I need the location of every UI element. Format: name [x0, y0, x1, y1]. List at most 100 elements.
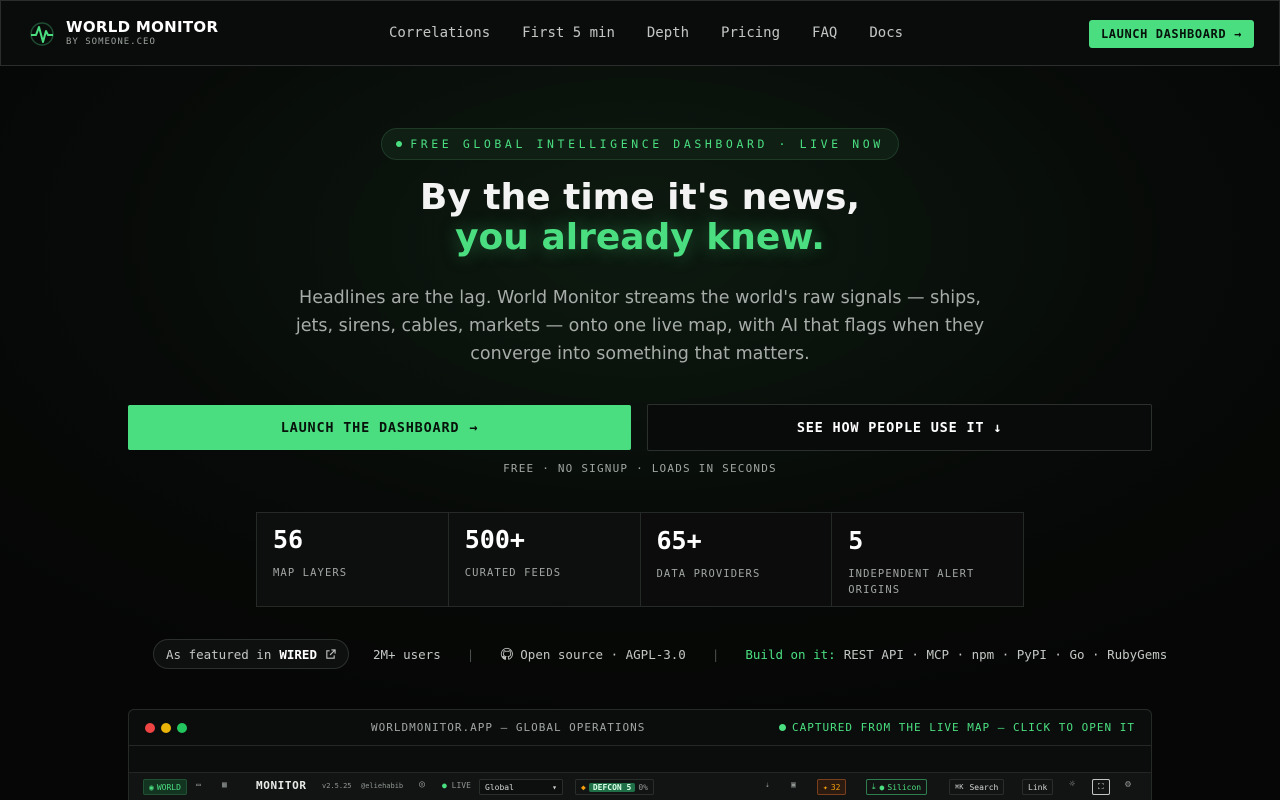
hero-title: By the time it's news, you already knew. [0, 178, 1280, 258]
chart-view-icon[interactable]: ▦ [222, 780, 227, 789]
open-live-map-label: CAPTURED FROM THE LIVE MAP — CLICK TO OP… [791, 721, 1135, 734]
sun-icon[interactable]: ☼ [1069, 779, 1075, 790]
bell-icon: ✦ [823, 782, 828, 792]
github-icon[interactable]: ◎ [419, 779, 425, 790]
app-name: MONITOR [256, 779, 307, 792]
window-titlebar: WORLDMONITOR.APP — GLOBAL OPERATIONS CAP… [129, 710, 1151, 746]
defcon-indicator[interactable]: ◆ DEFCON 5 0% [575, 779, 654, 795]
stat-alert-origins: 5 INDEPENDENT ALERT ORIGINS [832, 513, 1023, 606]
nav-link-first-5-min[interactable]: First 5 min [522, 23, 615, 43]
external-link-icon [326, 648, 336, 659]
author-handle[interactable]: @eliehabib [361, 782, 403, 790]
alerts-count: 32 [830, 782, 841, 792]
silicon-label: Silicon [887, 782, 922, 792]
live-label: LIVE [451, 781, 471, 790]
window-title: WORLDMONITOR.APP — GLOBAL OPERATIONS [371, 721, 646, 734]
alerts-button[interactable]: ✦ 32 [817, 779, 847, 795]
stat-value: 56 [273, 525, 304, 554]
stats-panel: 56 MAP LAYERS 500+ CURATED FEEDS 65+ DAT… [256, 512, 1024, 607]
stat-label: DATA PROVIDERS [656, 568, 761, 580]
divider: | [711, 646, 720, 662]
brand-subtitle: BY SOMEONE.CEO [66, 37, 156, 47]
region-select[interactable]: Global ▾ [479, 779, 563, 795]
github-icon [501, 647, 514, 660]
nav-link-correlations[interactable]: Correlations [389, 23, 490, 43]
hero-title-line1: By the time it's news, [419, 177, 861, 218]
stat-curated-feeds: 500+ CURATED FEEDS [449, 513, 641, 606]
hero-title-line2: you already knew. [455, 217, 825, 258]
brand[interactable]: WORLD MONITOR BY SOMEONE.CEO [29, 19, 218, 48]
window-controls [145, 723, 193, 733]
live-dot-icon: ● [442, 781, 447, 790]
stat-label: INDEPENDENT ALERT ORIGINS [848, 568, 975, 596]
featured-name: WIRED [279, 646, 317, 662]
stat-map-layers: 56 MAP LAYERS [257, 513, 449, 606]
globe-icon: ◉ [149, 782, 154, 792]
silicon-download-button[interactable]: ⤓ ● Silicon [866, 779, 928, 795]
fullscreen-icon[interactable]: ⛶ [1092, 779, 1110, 795]
brand-title: WORLD MONITOR [66, 18, 219, 36]
flame-icon: ◆ [581, 782, 586, 792]
hero-subnote: FREE · NO SIGNUP · LOADS IN SECONDS [503, 462, 777, 475]
stat-value: 500+ [464, 525, 525, 554]
nav-link-pricing[interactable]: Pricing [721, 23, 780, 43]
launch-dashboard-button[interactable]: LAUNCH DASHBOARD → [1088, 20, 1254, 48]
arrow-right-icon: → [469, 419, 479, 436]
download-icon: ⤓ [872, 782, 876, 791]
nav-link-depth[interactable]: Depth [647, 23, 689, 43]
link-button[interactable]: Link [1022, 779, 1054, 795]
monitor-view-icon[interactable]: ▭ [196, 780, 201, 789]
featured-in-wired-link[interactable]: As featured in WIRED [153, 639, 349, 669]
users-count: 2M+ users [373, 646, 441, 662]
search-button[interactable]: ⌘K Search [949, 779, 1005, 795]
pill-text: FREE GLOBAL INTELLIGENCE DASHBOARD · LIV… [410, 137, 884, 151]
divider: | [466, 646, 475, 662]
region-value: Global [485, 782, 514, 792]
see-how-people-use-it-button[interactable]: SEE HOW PEOPLE USE IT ↓ [647, 404, 1152, 451]
close-dot-icon [145, 723, 155, 733]
download-icon[interactable]: ⇣ [765, 780, 770, 789]
launch-the-dashboard-button[interactable]: LAUNCH THE DASHBOARD → [128, 405, 631, 450]
social-proof-strip: As featured in WIRED 2M+ users | Open so… [153, 639, 1167, 669]
launch-dashboard-label: LAUNCH DASHBOARD [1100, 27, 1227, 41]
top-nav: WORLD MONITOR BY SOMEONE.CEO Correlation… [0, 0, 1280, 66]
minimize-dot-icon [161, 723, 171, 733]
open-source-link[interactable]: Open source · AGPL-3.0 [520, 647, 686, 662]
live-dot-icon [778, 724, 786, 731]
app-version: v2.5.25 [322, 782, 352, 790]
search-shortcut: ⌘K [955, 783, 964, 791]
link-label: Link [1028, 782, 1048, 792]
stat-data-providers: 65+ DATA PROVIDERS [640, 513, 833, 606]
screen-icon[interactable]: ▣ [791, 780, 796, 789]
maximize-dot-icon [177, 723, 187, 733]
world-monitor-logo-icon [30, 21, 54, 46]
stat-value: 65+ [656, 526, 702, 555]
build-label: Build on it: [745, 646, 836, 662]
featured-prefix: As featured in [166, 646, 272, 662]
stat-label: CURATED FEEDS [464, 567, 562, 579]
search-label: Search [969, 782, 999, 792]
hero-lead: Headlines are the lag. World Monitor str… [295, 288, 985, 364]
secondary-button-label: SEE HOW PEOPLE USE IT ↓ [796, 419, 1003, 436]
nav-link-docs[interactable]: Docs [869, 23, 903, 43]
nav-links: Correlations First 5 min Depth Pricing F… [373, 23, 919, 43]
chevron-down-icon: ▾ [552, 782, 557, 792]
primary-button-label: LAUNCH THE DASHBOARD [280, 419, 460, 436]
arrow-right-icon: → [1234, 27, 1242, 41]
live-status-pill: FREE GLOBAL INTELLIGENCE DASHBOARD · LIV… [381, 128, 899, 160]
world-tab[interactable]: ◉ WORLD [143, 779, 187, 795]
live-map-preview-window[interactable]: WORLDMONITOR.APP — GLOBAL OPERATIONS CAP… [128, 709, 1152, 800]
open-live-map-link[interactable]: CAPTURED FROM THE LIVE MAP — CLICK TO OP… [778, 721, 1135, 734]
stat-label: MAP LAYERS [273, 567, 348, 579]
live-indicator: ● LIVE [442, 781, 471, 790]
live-dot-icon [396, 141, 403, 147]
defcon-level: DEFCON 5 [588, 782, 636, 792]
defcon-percent: 0% [638, 782, 648, 792]
silicon-dot-icon: ● [879, 782, 885, 792]
app-toolbar: ◉ WORLD ▭ ▦ MONITOR v2.5.25 @eliehabib ◎… [129, 772, 1151, 800]
world-tab-label: WORLD [156, 782, 181, 792]
build-integrations[interactable]: REST API · MCP · npm · PyPI · Go · RubyG… [844, 647, 1168, 662]
gear-icon[interactable]: ⚙ [1125, 779, 1131, 790]
nav-link-faq[interactable]: FAQ [812, 23, 837, 43]
stat-value: 5 [848, 526, 864, 555]
